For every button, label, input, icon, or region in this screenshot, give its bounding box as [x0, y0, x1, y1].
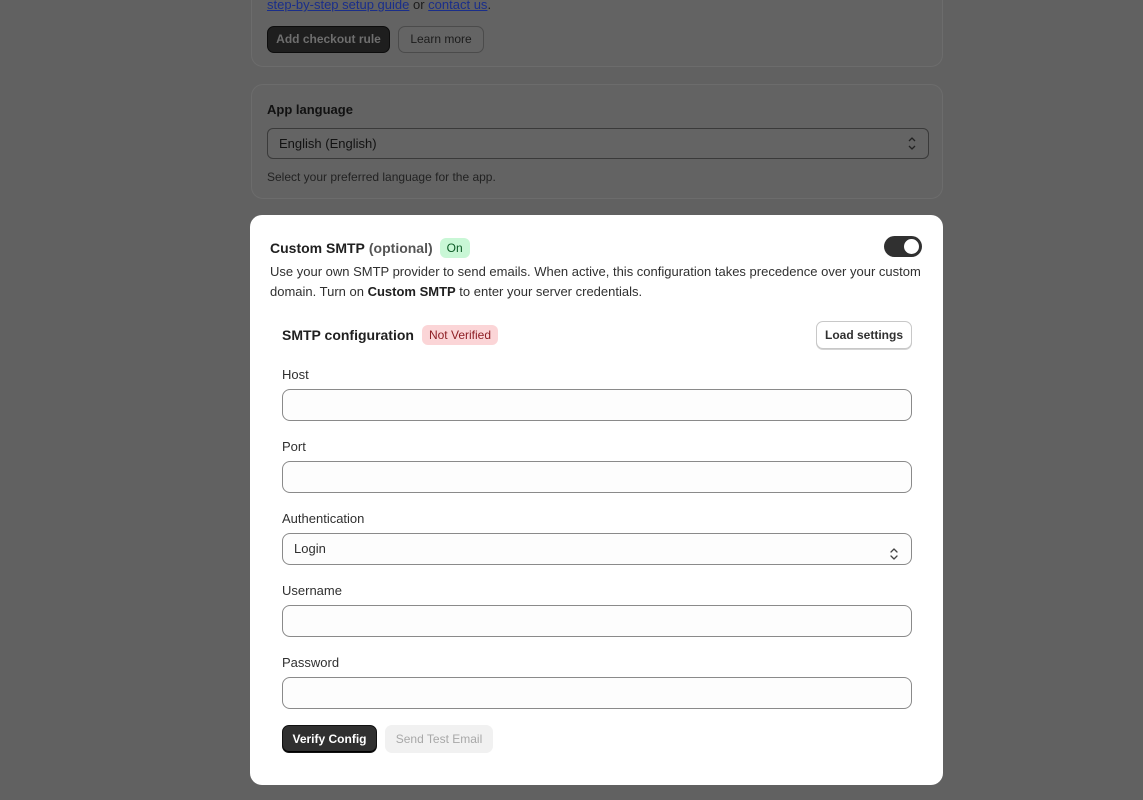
app-language-value: English (English)	[279, 136, 377, 151]
custom-smtp-toggle[interactable]	[884, 236, 922, 257]
username-input[interactable]	[282, 605, 912, 637]
custom-smtp-card: Custom SMTP (optional) On Use your own S…	[250, 215, 943, 785]
add-checkout-rule-button[interactable]: Add checkout rule	[267, 26, 390, 53]
contact-us-link[interactable]: contact us	[428, 0, 487, 12]
status-badge: On	[439, 238, 470, 258]
host-label: Host	[282, 367, 309, 382]
guide-period: .	[487, 0, 492, 12]
verify-config-button[interactable]: Verify Config	[282, 725, 377, 753]
app-language-help: Select your preferred language for the a…	[267, 170, 496, 184]
learn-more-button[interactable]: Learn more	[398, 26, 484, 53]
setup-guide-text: step-by-step setup guide or contact us.	[267, 0, 491, 12]
port-label: Port	[282, 439, 306, 454]
optional-label: (optional)	[368, 240, 433, 256]
verification-badge: Not Verified	[421, 325, 499, 345]
authentication-value: Login	[294, 541, 326, 556]
authentication-label: Authentication	[282, 511, 365, 526]
description-bold: Custom SMTP	[367, 284, 456, 299]
app-language-title: App language	[267, 102, 353, 117]
smtp-config-title: SMTP configuration	[282, 327, 414, 343]
send-test-email-button[interactable]: Send Test Email	[385, 725, 493, 753]
custom-smtp-description: Use your own SMTP provider to send email…	[270, 262, 925, 302]
app-language-select[interactable]: English (English)	[267, 128, 929, 159]
custom-smtp-title: Custom SMTP	[270, 240, 365, 256]
checkout-rules-card: step-by-step setup guide or contact us. …	[251, 0, 943, 67]
description-text-end: to enter your server credentials.	[455, 284, 643, 299]
load-settings-button[interactable]: Load settings	[816, 321, 912, 349]
chevron-up-down-icon	[889, 542, 899, 560]
app-language-card: App language English (English) Select yo…	[251, 84, 943, 199]
port-input[interactable]	[282, 461, 912, 493]
password-label: Password	[282, 655, 340, 670]
page: step-by-step setup guide or contact us. …	[0, 0, 1143, 800]
authentication-select[interactable]: Login	[282, 533, 912, 565]
guide-separator: or	[409, 0, 429, 12]
host-input[interactable]	[282, 389, 912, 421]
custom-smtp-title-row: Custom SMTP (optional) On	[270, 238, 470, 258]
toggle-knob	[904, 239, 919, 254]
password-input[interactable]	[282, 677, 912, 709]
smtp-config-title-row: SMTP configuration Not Verified	[282, 325, 499, 345]
username-label: Username	[282, 583, 342, 598]
select-chevron-icon	[908, 129, 916, 170]
setup-guide-link[interactable]: step-by-step setup guide	[267, 0, 409, 12]
